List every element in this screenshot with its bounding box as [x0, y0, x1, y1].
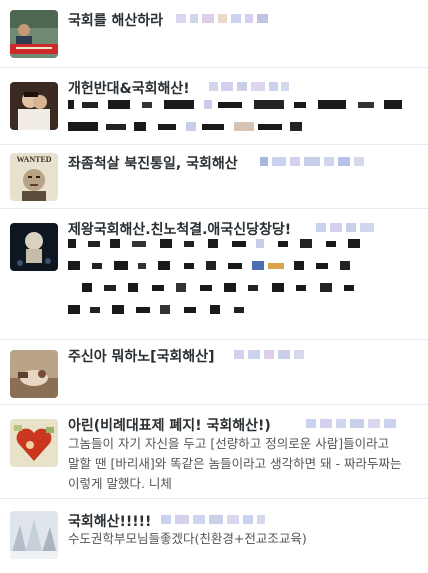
avatar[interactable]: [10, 10, 58, 58]
account-item[interactable]: 국회해산!!!!! 수도권학부모님들좋겠다(친환경+전교조교육): [0, 499, 428, 573]
account-item[interactable]: 아린(비례대표제 폐지! 국회해산!) 그놈들이 자기 자신을 두고 [선량하고…: [0, 405, 428, 499]
account-handle-blurred: [316, 223, 374, 232]
account-handle-blurred: [176, 14, 268, 23]
account-name[interactable]: 아린(비례대표제 폐지! 국회해산!): [68, 415, 271, 435]
avatar[interactable]: [10, 82, 58, 130]
account-handle-blurred: [161, 515, 265, 524]
avatar[interactable]: WANTED: [10, 153, 58, 201]
tweet-text: 그놈들이 자기 자신을 두고 [선량하고 정의로운 사람]들이라고 말할 땐 […: [68, 436, 402, 491]
account-item[interactable]: WANTED 좌좀척살 북진통일, 국회해산: [0, 145, 428, 209]
account-handle-blurred: [306, 419, 396, 428]
account-handle-blurred: [209, 82, 289, 91]
avatar[interactable]: [10, 350, 58, 398]
account-item[interactable]: 개헌반대&국회해산!: [0, 68, 428, 145]
account-name[interactable]: 제왕국회해산.친노척결.애국신당창당!: [68, 219, 291, 239]
avatar[interactable]: [10, 511, 58, 559]
account-name[interactable]: 국회를 해산하라: [68, 10, 163, 30]
tweet-text-blurred: [68, 100, 402, 131]
avatar[interactable]: [10, 223, 58, 271]
account-name[interactable]: 좌좀척살 북진통일, 국회해산: [68, 153, 238, 173]
account-handle-blurred: [234, 350, 304, 359]
tweet-text-blurred: [68, 239, 360, 314]
account-item[interactable]: 국회를 해산하라: [0, 0, 428, 68]
account-list: 국회를 해산하라 개헌반대&국회해산! WANTED 좌좀척살 북진통일, 국회…: [0, 0, 428, 573]
wanted-label: WANTED: [16, 155, 51, 164]
account-name[interactable]: 국회해산!!!!!: [68, 511, 151, 531]
tweet-text: 수도권학부모님들좋겠다(친환경+전교조교육): [68, 531, 307, 546]
account-name[interactable]: 주신아 뭐하노[국회해산]: [68, 346, 214, 366]
account-item[interactable]: 제왕국회해산.친노척결.애국신당창당!: [0, 209, 428, 340]
account-handle-blurred: [260, 157, 364, 166]
avatar[interactable]: [10, 419, 58, 467]
account-item[interactable]: 주신아 뭐하노[국회해산]: [0, 340, 428, 405]
account-name[interactable]: 개헌반대&국회해산!: [68, 78, 190, 98]
